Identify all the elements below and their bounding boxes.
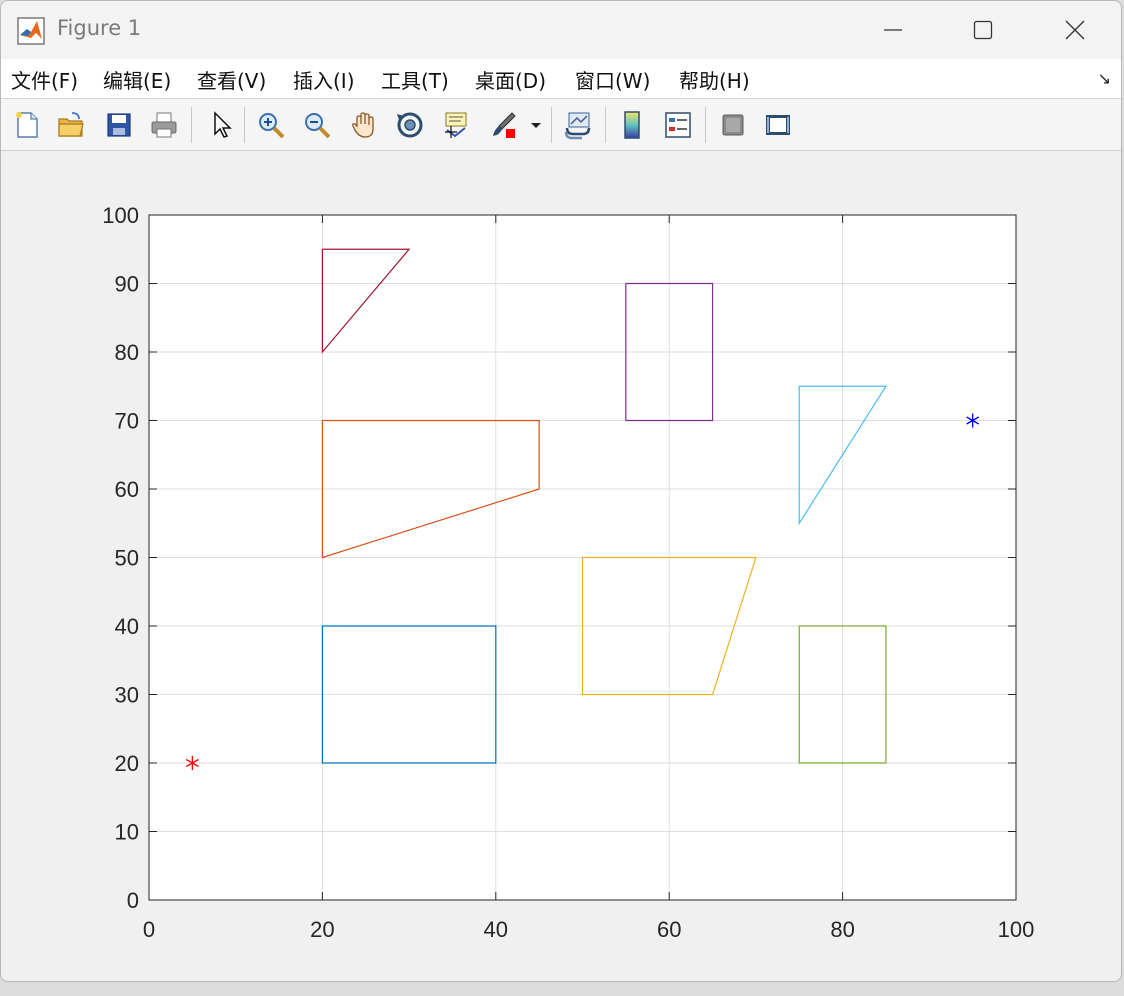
y-tick-label: 20 bbox=[115, 751, 139, 776]
y-tick-label: 100 bbox=[102, 203, 139, 228]
y-tick-label: 40 bbox=[115, 614, 139, 639]
x-tick-label: 100 bbox=[998, 917, 1035, 942]
y-tick-label: 0 bbox=[127, 888, 139, 913]
x-tick-label: 40 bbox=[484, 917, 508, 942]
x-tick-label: 0 bbox=[143, 917, 155, 942]
x-tick-label: 80 bbox=[830, 917, 854, 942]
y-tick-label: 10 bbox=[115, 820, 139, 845]
y-tick-label: 70 bbox=[115, 409, 139, 434]
background-strip bbox=[0, 982, 1124, 996]
axes-plot[interactable]: 0 20 40 60 80 100 0 10 20 30 40 50 60 70 80 90 100 bbox=[1, 1, 1122, 982]
y-tick-label: 90 bbox=[115, 272, 139, 297]
x-tick-label: 60 bbox=[657, 917, 681, 942]
y-tick-label: 30 bbox=[115, 683, 139, 708]
x-tick-label: 20 bbox=[310, 917, 334, 942]
y-tick-label: 80 bbox=[115, 340, 139, 365]
figure-window: Figure 1 文件(F) 编辑(E) 查看(V) 插入(I) 工具(T) 桌… bbox=[0, 0, 1122, 982]
y-tick-label: 50 bbox=[115, 546, 139, 571]
y-tick-label: 60 bbox=[115, 477, 139, 502]
